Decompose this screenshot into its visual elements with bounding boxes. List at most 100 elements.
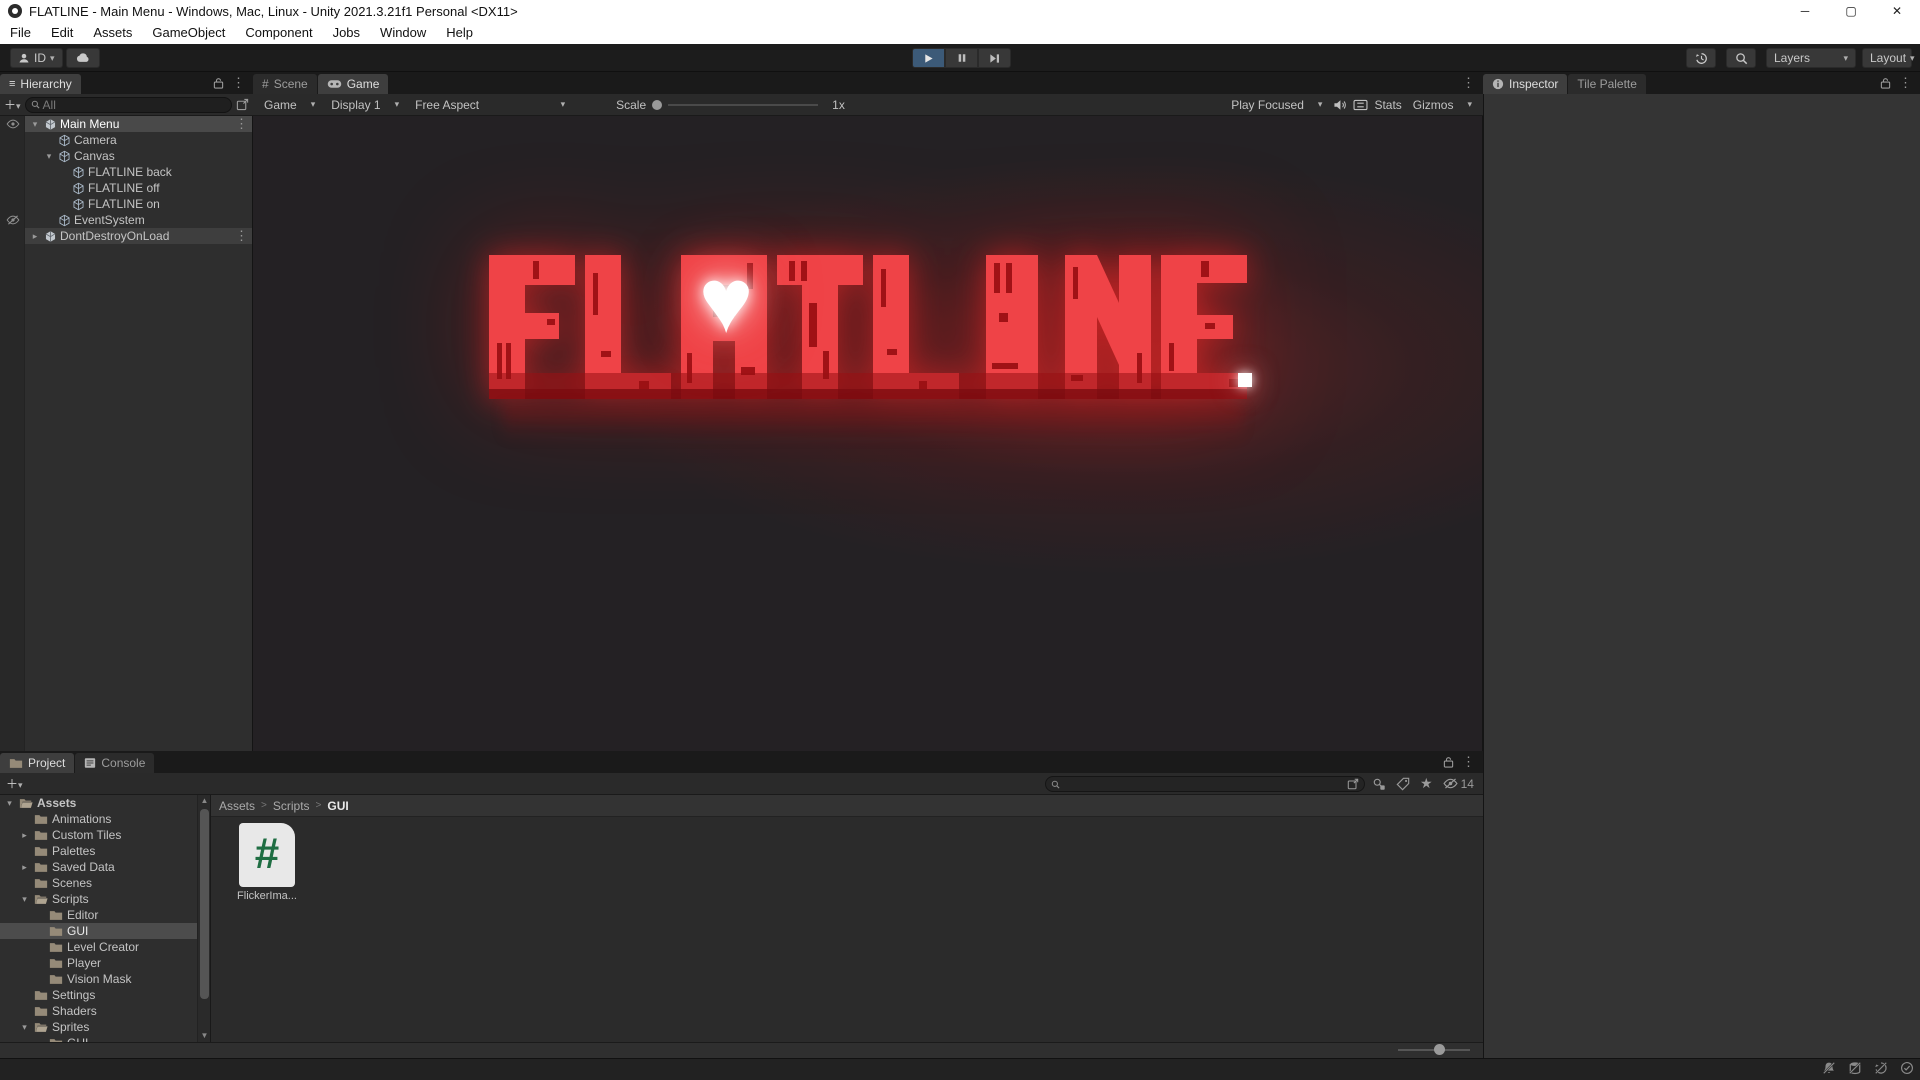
gizmos-dropdown[interactable]: Gizmos▾	[1408, 96, 1477, 114]
hierarchy-item-canvas[interactable]: ▾Canvas	[0, 148, 252, 164]
account-button[interactable]: ID ▾	[10, 48, 63, 68]
hierarchy-search-input[interactable]: All	[25, 97, 232, 113]
layout-dropdown[interactable]: Layout ▾	[1862, 48, 1912, 68]
game-mode-dropdown[interactable]: Game▾	[259, 96, 320, 114]
project-folder-shaders[interactable]: Shaders	[0, 1003, 210, 1019]
search-button[interactable]	[1726, 48, 1756, 68]
project-folder-gui[interactable]: GUI	[0, 923, 210, 939]
project-folder-sprites[interactable]: ▾Sprites	[0, 1019, 210, 1035]
close-button[interactable]: ✕	[1874, 0, 1920, 22]
menu-edit[interactable]: Edit	[41, 22, 83, 44]
project-folder-animations[interactable]: Animations	[0, 811, 210, 827]
kebab-menu-icon[interactable]: ⋮	[235, 116, 248, 131]
favorites-icon[interactable]: ★	[1420, 775, 1433, 792]
layers-dropdown[interactable]: Layers ▾	[1766, 48, 1856, 68]
hidden-items-toggle[interactable]: 14	[1443, 777, 1474, 791]
add-gameobject-button[interactable]: ＋▾	[4, 96, 21, 113]
expander-icon[interactable]: ▸	[19, 830, 30, 841]
tab-hierarchy[interactable]: ≡ Hierarchy	[0, 74, 81, 94]
lock-icon[interactable]	[1443, 756, 1454, 768]
expander-icon[interactable]: ▾	[29, 119, 41, 130]
notifications-muted-icon[interactable]	[1822, 1061, 1836, 1075]
menu-jobs[interactable]: Jobs	[323, 22, 370, 44]
project-folder-editor[interactable]: Editor	[0, 907, 210, 923]
eye-icon[interactable]	[6, 119, 20, 129]
expander-icon[interactable]: ▾	[4, 798, 15, 809]
expander-icon[interactable]: ▾	[43, 151, 55, 162]
project-folder-settings[interactable]: Settings	[0, 987, 210, 1003]
stats-button[interactable]: Stats	[1374, 98, 1401, 112]
package-filter-icon[interactable]	[1372, 777, 1386, 791]
expander-icon[interactable]: ▾	[19, 894, 30, 905]
scroll-down-icon[interactable]: ▼	[198, 1030, 211, 1042]
project-folder-saved-data[interactable]: ▸Saved Data	[0, 859, 210, 875]
project-search-input[interactable]	[1045, 776, 1365, 792]
cloud-button[interactable]	[66, 48, 100, 68]
project-folder-gui[interactable]: GUI	[0, 1035, 210, 1042]
project-folder-vision-mask[interactable]: Vision Mask	[0, 971, 210, 987]
audio-mute-icon[interactable]	[1333, 99, 1347, 111]
pause-button[interactable]	[945, 48, 978, 68]
breadcrumb-assets[interactable]: Assets	[219, 799, 255, 813]
minimize-button[interactable]: ─	[1782, 0, 1828, 22]
project-folder-palettes[interactable]: Palettes	[0, 843, 210, 859]
project-folder-assets[interactable]: ▾Assets	[0, 795, 210, 811]
breadcrumb-gui[interactable]: GUI	[327, 799, 348, 813]
menu-assets[interactable]: Assets	[83, 22, 142, 44]
menu-component[interactable]: Component	[235, 22, 322, 44]
maximize-button[interactable]: ▢	[1828, 0, 1874, 22]
lock-icon[interactable]	[213, 77, 224, 89]
breadcrumb-scripts[interactable]: Scripts	[273, 799, 310, 813]
search-in-scene-icon[interactable]	[1347, 778, 1359, 790]
aspect-dropdown[interactable]: Free Aspect▾	[410, 96, 570, 114]
expander-icon[interactable]: ▸	[19, 862, 30, 873]
hierarchy-menu-icon[interactable]: ⋮	[232, 75, 245, 91]
menu-gameobject[interactable]: GameObject	[142, 22, 235, 44]
progress-idle-icon[interactable]	[1900, 1061, 1914, 1075]
menu-file[interactable]: File	[0, 22, 41, 44]
hierarchy-item-flatline-on[interactable]: FLATLINE on	[0, 196, 252, 212]
scrollbar-thumb[interactable]	[200, 809, 209, 999]
project-menu-icon[interactable]: ⋮	[1462, 754, 1475, 770]
asset-item[interactable]: FlickerIma...	[229, 823, 305, 902]
project-folder-level-creator[interactable]: Level Creator	[0, 939, 210, 955]
auto-refresh-off-icon[interactable]	[1874, 1061, 1888, 1075]
expander-icon[interactable]: ▸	[29, 231, 41, 242]
undo-history-button[interactable]	[1686, 48, 1716, 68]
play-button[interactable]	[912, 48, 945, 68]
menu-help[interactable]: Help	[436, 22, 483, 44]
project-folder-player[interactable]: Player	[0, 955, 210, 971]
label-filter-icon[interactable]	[1396, 777, 1410, 791]
game-panel-menu-icon[interactable]: ⋮	[1462, 75, 1475, 91]
hierarchy-item-main-menu[interactable]: ▾Main Menu⋮	[0, 116, 252, 132]
tab-game[interactable]: Game	[318, 74, 389, 94]
hierarchy-item-flatline-back[interactable]: FLATLINE back	[0, 164, 252, 180]
cache-server-off-icon[interactable]	[1848, 1061, 1862, 1075]
scene-picker-icon[interactable]	[236, 98, 249, 111]
tab-scene[interactable]: #Scene	[253, 74, 317, 94]
inspector-menu-icon[interactable]: ⋮	[1899, 75, 1912, 91]
hierarchy-item-dontdestroyonload[interactable]: ▸DontDestroyOnLoad⋮	[0, 228, 252, 244]
hierarchy-item-eventsystem[interactable]: EventSystem	[0, 212, 252, 228]
hierarchy-item-flatline-off[interactable]: FLATLINE off	[0, 180, 252, 196]
display-dropdown[interactable]: Display 1▾	[326, 96, 404, 114]
vsync-grid-icon[interactable]	[1353, 99, 1368, 111]
tab-console[interactable]: Console	[75, 753, 154, 773]
tab-tile-palette[interactable]: Tile Palette	[1568, 74, 1646, 94]
menu-window[interactable]: Window	[370, 22, 436, 44]
project-folder-scenes[interactable]: Scenes	[0, 875, 210, 891]
tab-project[interactable]: Project	[0, 753, 74, 773]
hierarchy-item-camera[interactable]: Camera	[0, 132, 252, 148]
tab-inspector[interactable]: Inspector	[1483, 74, 1567, 94]
eye-slash-icon[interactable]	[6, 215, 20, 225]
play-focused-dropdown[interactable]: Play Focused▾	[1226, 96, 1327, 114]
scale-slider-track[interactable]	[668, 104, 818, 106]
lock-icon[interactable]	[1880, 77, 1891, 89]
kebab-menu-icon[interactable]: ⋮	[235, 228, 248, 243]
add-asset-button[interactable]: ＋▾	[6, 775, 23, 792]
scroll-up-icon[interactable]: ▲	[198, 795, 211, 807]
scale-slider-thumb[interactable]	[652, 100, 662, 110]
step-button[interactable]	[978, 48, 1011, 68]
game-viewport[interactable]: ♥	[253, 116, 1483, 751]
icon-size-slider-thumb[interactable]	[1434, 1044, 1445, 1055]
